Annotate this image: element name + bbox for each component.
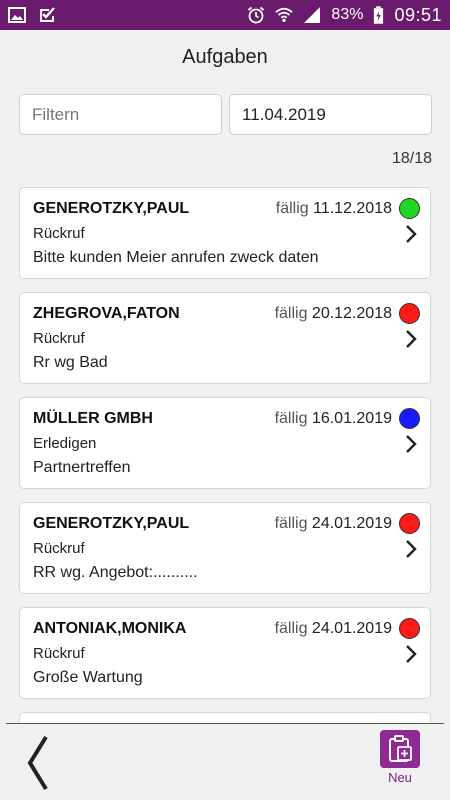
status-dot <box>399 408 420 429</box>
task-description: Große Wartung <box>33 669 143 686</box>
task-due: fällig 24.01.2019 <box>275 620 392 638</box>
task-description: RR wg. Angebot:.......... <box>33 564 198 581</box>
back-chevron-icon[interactable] <box>22 734 52 792</box>
battery-charging-icon <box>374 5 384 24</box>
task-customer-name: MÜLLER GMBH <box>33 410 153 427</box>
filter-input[interactable] <box>19 94 222 135</box>
status-dot <box>399 513 420 534</box>
date-field[interactable]: 11.04.2019 <box>229 94 432 135</box>
task-due: fällig 11.12.2018 <box>276 200 392 218</box>
task-due: fällig 24.01.2019 <box>275 515 392 533</box>
task-type: Erledigen <box>33 435 97 452</box>
due-prefix: fällig <box>274 620 308 637</box>
due-prefix: fällig <box>274 305 308 322</box>
task-card[interactable]: ANTONIAK,MONIKA fällig 24.01.2019 Rückru… <box>19 607 431 699</box>
gallery-notification-icon <box>8 7 26 23</box>
task-customer-name: ANTONIAK,MONIKA <box>33 620 187 637</box>
task-due-date: 16.01.2019 <box>311 410 392 427</box>
task-card[interactable]: MÜLLER GMBH fällig 16.01.2019 Erledigen … <box>19 397 431 489</box>
task-card-partial[interactable] <box>19 712 431 723</box>
task-type: Rückruf <box>33 330 85 347</box>
task-customer-name: GENEROTZKY,PAUL <box>33 200 190 217</box>
task-type: Rückruf <box>33 225 85 242</box>
chevron-right-icon[interactable] <box>404 329 418 349</box>
status-dot <box>399 303 420 324</box>
task-description: Rr wg Bad <box>33 354 108 371</box>
task-card[interactable]: ZHEGROVA,FATON fällig 20.12.2018 Rückruf… <box>19 292 431 384</box>
task-customer-name: ZHEGROVA,FATON <box>33 305 180 322</box>
due-prefix: fällig <box>275 200 309 217</box>
task-card[interactable]: GENEROTZKY,PAUL fällig 11.12.2018 Rückru… <box>19 187 431 279</box>
clipboard-add-icon <box>389 735 412 762</box>
due-prefix: fällig <box>274 410 308 427</box>
task-card[interactable]: GENEROTZKY,PAUL fällig 24.01.2019 Rückru… <box>19 502 431 594</box>
signal-icon <box>304 7 321 23</box>
task-customer-name: GENEROTZKY,PAUL <box>33 515 190 532</box>
status-bar: 83% 09:51 <box>0 0 450 30</box>
task-due: fällig 16.01.2019 <box>275 410 392 428</box>
task-due: fällig 20.12.2018 <box>275 305 392 323</box>
task-due-date: 24.01.2019 <box>311 515 392 532</box>
chevron-right-icon[interactable] <box>404 539 418 559</box>
chevron-right-icon[interactable] <box>404 434 418 454</box>
battery-percent: 83% <box>331 6 364 23</box>
task-due-date: 11.12.2018 <box>313 200 392 217</box>
task-type: Rückruf <box>33 540 85 557</box>
task-due-date: 20.12.2018 <box>311 305 392 322</box>
chevron-right-icon[interactable] <box>404 644 418 664</box>
alarm-icon <box>248 6 265 24</box>
task-list: GENEROTZKY,PAUL fällig 11.12.2018 Rückru… <box>19 187 431 723</box>
page-title: Aufgaben <box>182 46 268 68</box>
status-dot <box>399 618 420 639</box>
new-task-label: Neu <box>388 770 412 785</box>
task-description: Bitte kunden Meier anrufen zweck daten <box>33 249 319 266</box>
bottom-bar: Neu <box>0 724 450 800</box>
status-dot <box>399 198 420 219</box>
new-task-button[interactable]: Neu <box>378 730 422 790</box>
task-check-notification-icon <box>40 7 55 22</box>
new-task-icon-box <box>380 730 420 768</box>
task-count: 18/18 <box>391 150 432 167</box>
task-due-date: 24.01.2019 <box>311 620 392 637</box>
task-description: Partnertreffen <box>33 459 131 476</box>
status-time: 09:51 <box>394 4 442 25</box>
due-prefix: fällig <box>274 515 308 532</box>
chevron-right-icon[interactable] <box>404 224 418 244</box>
task-type: Rückruf <box>33 645 85 662</box>
wifi-icon <box>275 7 294 23</box>
